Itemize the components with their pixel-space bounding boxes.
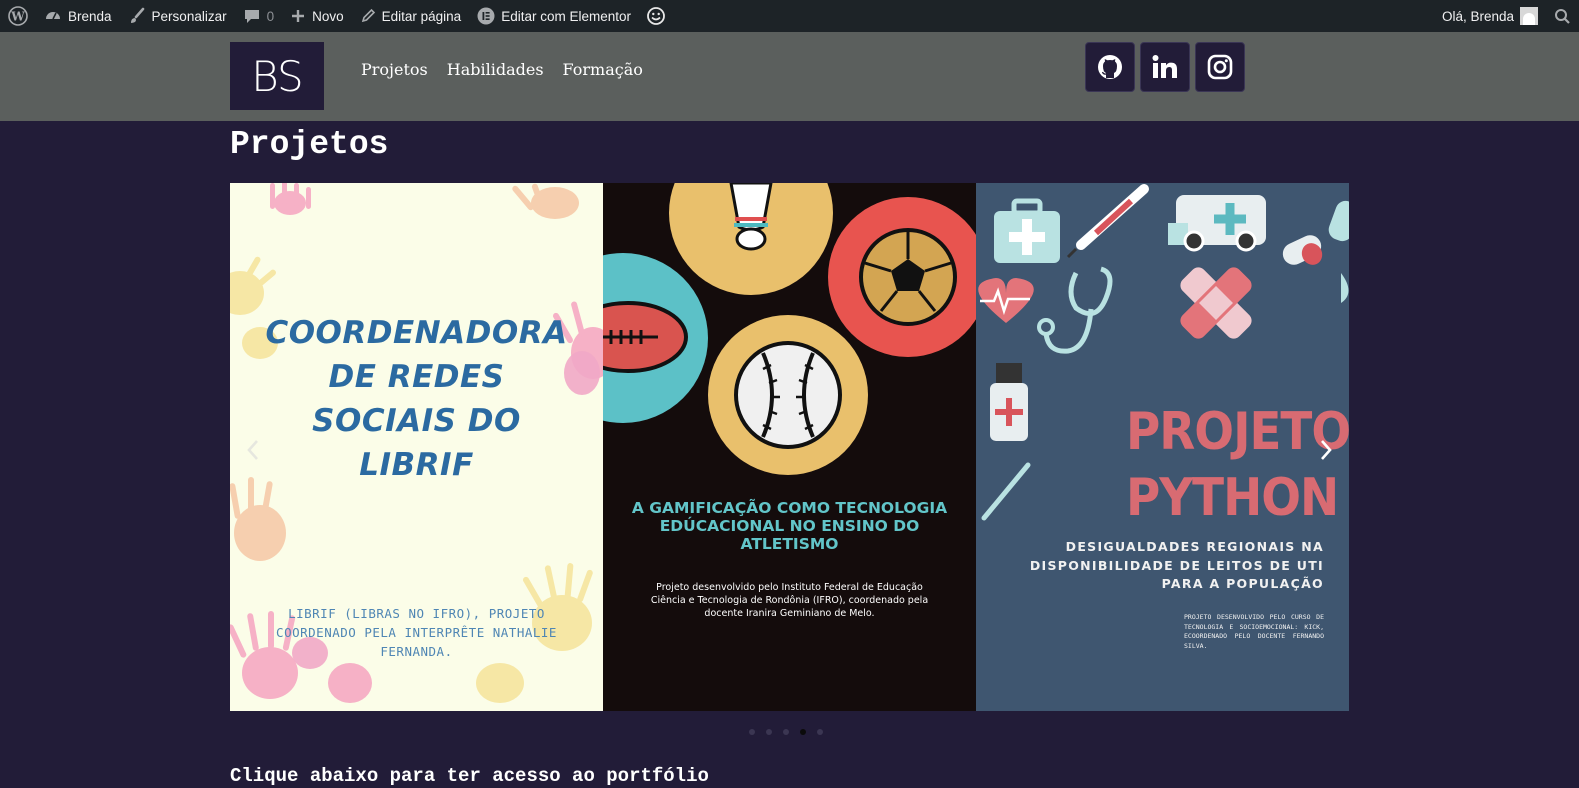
carousel-dot[interactable] xyxy=(817,729,823,735)
slide-title: PROJETO PYTHON xyxy=(1126,402,1349,528)
slide-subtitle: LIBRIF (LIBRAS NO IFRO), PROJETO COORDEN… xyxy=(276,606,557,659)
pencil-icon xyxy=(361,8,375,23)
site-name-label: Brenda xyxy=(68,8,112,24)
carousel-prev-button[interactable] xyxy=(243,435,263,465)
search-icon xyxy=(1555,8,1570,24)
greeting-label: Olá, Brenda xyxy=(1441,8,1514,24)
slide-footnote: PROJETO DESENVOLVIDO PELO CURSO DE TECNO… xyxy=(1184,613,1324,650)
dashboard-icon xyxy=(46,12,60,20)
edit-page-label: Editar página xyxy=(381,8,462,24)
wordpress-logo-button[interactable]: W xyxy=(0,0,36,32)
page-title: Projetos xyxy=(230,126,389,163)
customize-label: Personalizar xyxy=(151,8,227,24)
customize-link[interactable]: Personalizar xyxy=(120,0,235,32)
site-header: BS Projetos Habilidades Formação xyxy=(0,32,1579,121)
carousel-dot[interactable] xyxy=(783,729,789,735)
svg-text:W: W xyxy=(10,10,25,24)
my-account-link[interactable]: Olá, Brenda xyxy=(1434,0,1546,32)
slide-title: COORDENADORA DE REDES SOCIAIS DO LIBRIF xyxy=(265,315,568,483)
site-name-link[interactable]: Brenda xyxy=(36,0,120,32)
linkedin-icon xyxy=(1152,55,1177,78)
chevron-left-icon xyxy=(247,440,258,460)
nav-item-projetos[interactable]: Projetos xyxy=(361,60,428,79)
sports-balls-illustration xyxy=(603,183,976,475)
instagram-button[interactable] xyxy=(1195,42,1245,92)
github-icon xyxy=(1098,55,1122,79)
new-label: Novo xyxy=(312,8,344,24)
wordpress-icon: W xyxy=(8,6,28,26)
comment-icon xyxy=(244,10,259,23)
elementor-icon xyxy=(477,7,495,25)
nav-item-habilidades[interactable]: Habilidades xyxy=(447,60,544,79)
portfolio-cta-text: Clique abaixo para ter acesso ao portfól… xyxy=(230,765,709,787)
edit-elementor-link[interactable]: Editar com Elementor xyxy=(469,0,639,32)
carousel-dot[interactable] xyxy=(766,729,772,735)
plus-icon xyxy=(292,10,305,22)
instagram-icon xyxy=(1207,54,1233,80)
site-logo[interactable]: BS xyxy=(230,42,324,110)
carousel-pagination xyxy=(749,729,823,735)
edit-page-link[interactable]: Editar página xyxy=(352,0,470,32)
projects-carousel[interactable]: COORDENADORA DE REDES SOCIAIS DO LIBRIF … xyxy=(230,183,1349,711)
comments-link[interactable]: 0 xyxy=(235,0,283,32)
carousel-next-button[interactable] xyxy=(1316,435,1336,465)
main-nav: Projetos Habilidades Formação xyxy=(361,60,643,79)
admin-search-button[interactable] xyxy=(1546,0,1579,32)
carousel-dot-active[interactable] xyxy=(800,729,806,735)
social-links xyxy=(1085,42,1245,92)
new-content-link[interactable]: Novo xyxy=(282,0,352,32)
edit-elementor-label: Editar com Elementor xyxy=(501,8,631,24)
carousel-slide-librif[interactable]: COORDENADORA DE REDES SOCIAIS DO LIBRIF … xyxy=(230,183,603,711)
slide-subtitle: DESIGUALDADES REGIONAIS NA DISPONIBILIDA… xyxy=(1029,539,1324,591)
carousel-slide-gamificacao[interactable]: A GAMIFICAÇÃO COMO TECNOLOGIA EDÚCACIONA… xyxy=(603,183,976,711)
github-button[interactable] xyxy=(1085,42,1135,92)
slide-subtitle: Projeto desenvolvido pelo Instituto Fede… xyxy=(650,582,929,619)
chevron-right-icon xyxy=(1321,440,1332,460)
avatar xyxy=(1520,7,1538,25)
carousel-slide-python[interactable]: PROJETO PYTHON DESIGUALDADES REGIONAIS N… xyxy=(976,183,1349,711)
slide-title: A GAMIFICAÇÃO COMO TECNOLOGIA EDÚCACIONA… xyxy=(631,499,948,553)
carousel-dot[interactable] xyxy=(749,729,755,735)
admin-bar: W Brenda Personalizar 0 Novo Editar pági… xyxy=(0,0,1579,32)
nav-item-formacao[interactable]: Formação xyxy=(563,60,643,79)
comments-count: 0 xyxy=(266,8,275,24)
smiley-icon xyxy=(647,7,665,25)
emoji-toggle[interactable] xyxy=(639,0,673,32)
linkedin-button[interactable] xyxy=(1140,42,1190,92)
brush-icon xyxy=(130,7,144,23)
